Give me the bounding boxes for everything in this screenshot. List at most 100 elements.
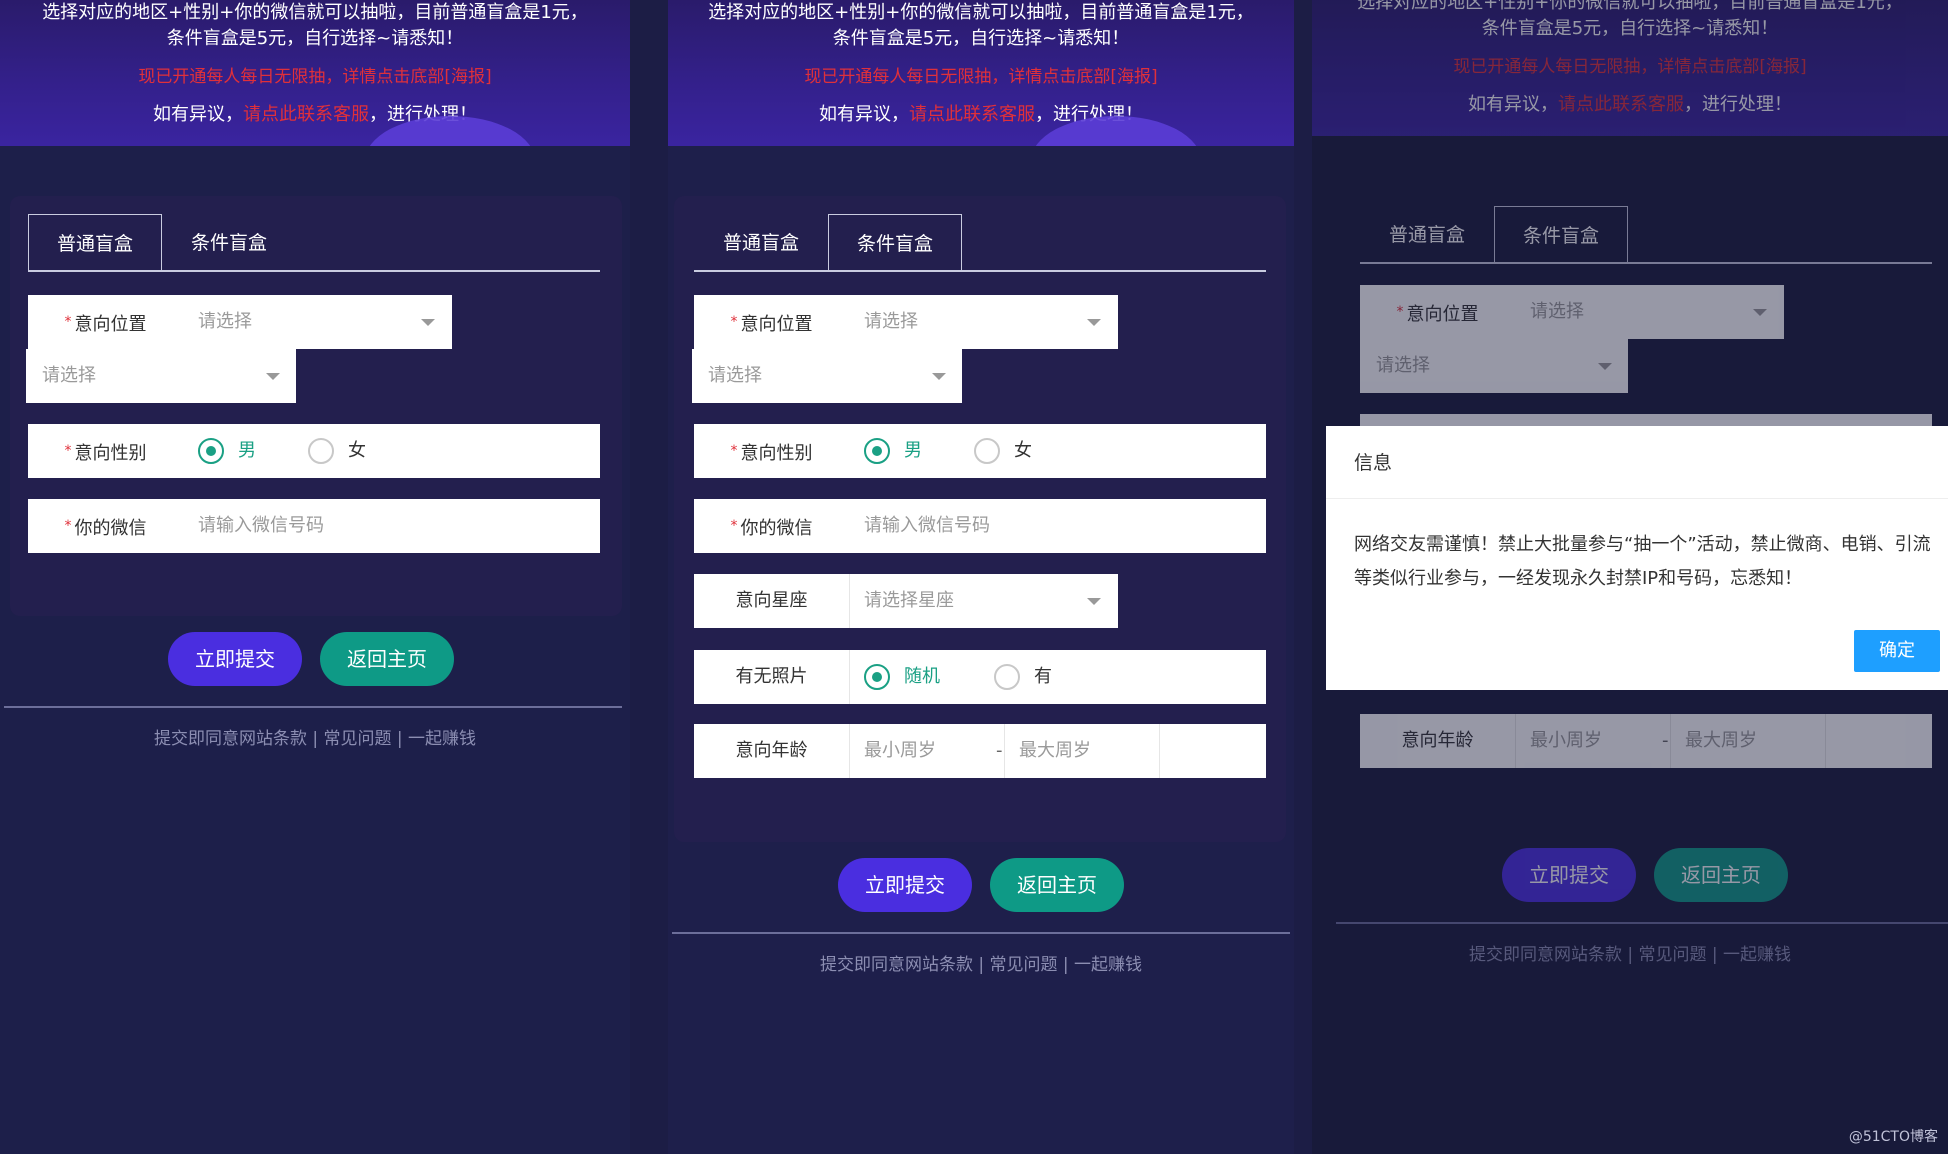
- radio-photo-random[interactable]: [864, 664, 890, 690]
- tab-conditional-box[interactable]: 条件盲盒: [162, 214, 296, 272]
- gender-label: * 意向性别: [694, 424, 849, 478]
- radio-female[interactable]: [974, 438, 1000, 464]
- cell-divider: [1159, 724, 1160, 778]
- banner-notice[interactable]: 现已开通每人每日无限抽，详情点击底部[海报]: [1312, 52, 1948, 77]
- gender-row: * 意向性别 男 女: [694, 424, 1266, 478]
- photo-label: 有无照片: [735, 666, 808, 687]
- location-label: * 意向位置: [28, 295, 183, 349]
- box-tabs: 普通盲盒 条件盲盒: [694, 214, 1266, 272]
- info-dialog: 信息 网络交友需谨慎！禁止大批量参与“抽一个”活动，禁止微商、电销、引流等类似行…: [1326, 426, 1948, 690]
- gender-label-text: 意向性别: [74, 443, 147, 464]
- wechat-label: * 你的微信: [694, 499, 849, 553]
- radio-photo-yes[interactable]: [994, 664, 1020, 690]
- zodiac-row[interactable]: 意向星座 请选择星座: [694, 574, 1118, 628]
- panel-conditional-box: 选择对应的地区+性别+你的微信就可以抽啦，目前普通盲盒是1元， 条件盲盒是5元，…: [668, 0, 1294, 1154]
- wechat-row[interactable]: * 你的微信 请输入微信号码: [28, 499, 600, 553]
- banner-notice[interactable]: 现已开通每人每日无限抽，详情点击底部[海报]: [0, 62, 630, 87]
- age-max-input[interactable]: 最大周岁: [1019, 724, 1091, 778]
- location-row[interactable]: * 意向位置 请选择: [694, 295, 1118, 349]
- tab-normal-box[interactable]: 普通盲盒: [694, 214, 828, 272]
- tab-normal-box[interactable]: 普通盲盒: [1360, 206, 1494, 264]
- radio-female-label[interactable]: 女: [348, 424, 366, 478]
- banner-dispute: 如有异议，请点此联系客服，进行处理！: [0, 100, 630, 126]
- radio-male-label[interactable]: 男: [904, 424, 922, 478]
- required-mark: *: [730, 443, 738, 459]
- contact-service-link[interactable]: 请点此联系客服: [243, 104, 369, 125]
- cell-divider: [849, 724, 850, 778]
- radio-male-label[interactable]: 男: [238, 424, 256, 478]
- age-min-input[interactable]: 最小周岁: [1530, 714, 1602, 768]
- age-range-dash: -: [996, 740, 1003, 761]
- home-button[interactable]: 返回主页: [990, 858, 1124, 912]
- location-label-text: 意向位置: [1406, 304, 1479, 325]
- gender-row: * 意向性别 男 女: [28, 424, 600, 478]
- required-mark: *: [64, 518, 72, 534]
- radio-female[interactable]: [308, 438, 334, 464]
- age-row: 意向年龄 最小周岁 - 最大周岁: [1360, 714, 1932, 768]
- chevron-down-icon: [932, 373, 946, 380]
- watermark: @51CTO博客: [1848, 1129, 1938, 1145]
- location-label-text: 意向位置: [740, 314, 813, 335]
- location-label-text: 意向位置: [74, 314, 147, 335]
- footer-links[interactable]: 提交即同意网站条款 | 常见问题 | 一起赚钱: [1312, 940, 1948, 965]
- footer-divider: [4, 706, 622, 708]
- sub-location-placeholder: 请选择: [708, 365, 762, 386]
- sub-location-select[interactable]: 请选择: [692, 349, 962, 403]
- submit-button[interactable]: 立即提交: [168, 632, 302, 686]
- home-button[interactable]: 返回主页: [320, 632, 454, 686]
- location-row[interactable]: * 意向位置 请选择: [1360, 285, 1784, 339]
- chevron-down-icon: [1753, 309, 1767, 316]
- footer-links[interactable]: 提交即同意网站条款 | 常见问题 | 一起赚钱: [0, 724, 630, 749]
- wechat-row[interactable]: * 你的微信 请输入微信号码: [694, 499, 1266, 553]
- banner-line-2: 条件盲盒是5元，自行选择~请悉知！: [1481, 18, 1779, 39]
- chevron-down-icon: [421, 319, 435, 326]
- footer-divider: [1336, 922, 1948, 924]
- home-button[interactable]: 返回主页: [1654, 848, 1788, 902]
- cell-divider: [1670, 714, 1671, 768]
- banner-line-1: 选择对应的地区+性别+你的微信就可以抽啦，目前普通盲盒是1元，: [708, 2, 1254, 23]
- age-min-input[interactable]: 最小周岁: [864, 724, 936, 778]
- cell-divider: [849, 650, 850, 704]
- tab-conditional-box[interactable]: 条件盲盒: [828, 214, 962, 272]
- contact-service-link[interactable]: 请点此联系客服: [1558, 94, 1684, 115]
- banner-dispute: 如有异议，请点此联系客服，进行处理！: [1312, 90, 1948, 116]
- dialog-ok-button[interactable]: 确定: [1854, 630, 1940, 672]
- location-label: * 意向位置: [1360, 285, 1515, 339]
- tab-conditional-box[interactable]: 条件盲盒: [1494, 206, 1628, 264]
- contact-service-link[interactable]: 请点此联系客服: [909, 104, 1035, 125]
- radio-photo-random-label[interactable]: 随机: [904, 650, 940, 704]
- panel-normal-box: 选择对应的地区+性别+你的微信就可以抽啦，目前普通盲盒是1元， 条件盲盒是5元，…: [0, 0, 630, 1154]
- promo-banner: 选择对应的地区+性别+你的微信就可以抽啦，目前普通盲盒是1元， 条件盲盒是5元，…: [0, 0, 630, 146]
- cell-divider: [849, 574, 850, 628]
- radio-photo-yes-label[interactable]: 有: [1034, 650, 1052, 704]
- dialog-message: 网络交友需谨慎！禁止大批量参与“抽一个”活动，禁止微商、电销、引流等类似行业参与…: [1354, 534, 1931, 589]
- dialog-title: 信息: [1354, 452, 1393, 474]
- wechat-input[interactable]: 请输入微信号码: [864, 499, 990, 553]
- required-mark: *: [64, 443, 72, 459]
- age-max-input[interactable]: 最大周岁: [1685, 714, 1757, 768]
- wechat-input[interactable]: 请输入微信号码: [198, 499, 324, 553]
- radio-male[interactable]: [198, 438, 224, 464]
- radio-female-label[interactable]: 女: [1014, 424, 1032, 478]
- promo-banner: 选择对应的地区+性别+你的微信就可以抽啦，目前普通盲盒是1元， 条件盲盒是5元，…: [668, 0, 1294, 146]
- dialog-divider: [1326, 498, 1948, 499]
- required-mark: *: [730, 314, 738, 330]
- banner-notice[interactable]: 现已开通每人每日无限抽，详情点击底部[海报]: [668, 62, 1294, 87]
- footer-links[interactable]: 提交即同意网站条款 | 常见问题 | 一起赚钱: [668, 950, 1294, 975]
- age-range-dash: -: [1662, 730, 1669, 751]
- submit-button[interactable]: 立即提交: [838, 858, 972, 912]
- sub-location-select[interactable]: 请选择: [1360, 339, 1628, 393]
- box-tabs: 普通盲盒 条件盲盒: [1360, 206, 1932, 264]
- location-row[interactable]: * 意向位置 请选择: [28, 295, 452, 349]
- dispute-prefix: 如有异议，: [819, 104, 909, 125]
- radio-male[interactable]: [864, 438, 890, 464]
- submit-button[interactable]: 立即提交: [1502, 848, 1636, 902]
- sub-location-placeholder: 请选择: [1376, 355, 1430, 376]
- dispute-prefix: 如有异议，: [153, 104, 243, 125]
- sub-location-select[interactable]: 请选择: [26, 349, 296, 403]
- chevron-down-icon: [1598, 363, 1612, 370]
- cell-divider: [1004, 724, 1005, 778]
- tab-normal-box[interactable]: 普通盲盒: [28, 214, 162, 272]
- banner-line-1: 选择对应的地区+性别+你的微信就可以抽啦，目前普通盲盒是1元，: [42, 2, 588, 23]
- wechat-label-text: 你的微信: [740, 518, 813, 539]
